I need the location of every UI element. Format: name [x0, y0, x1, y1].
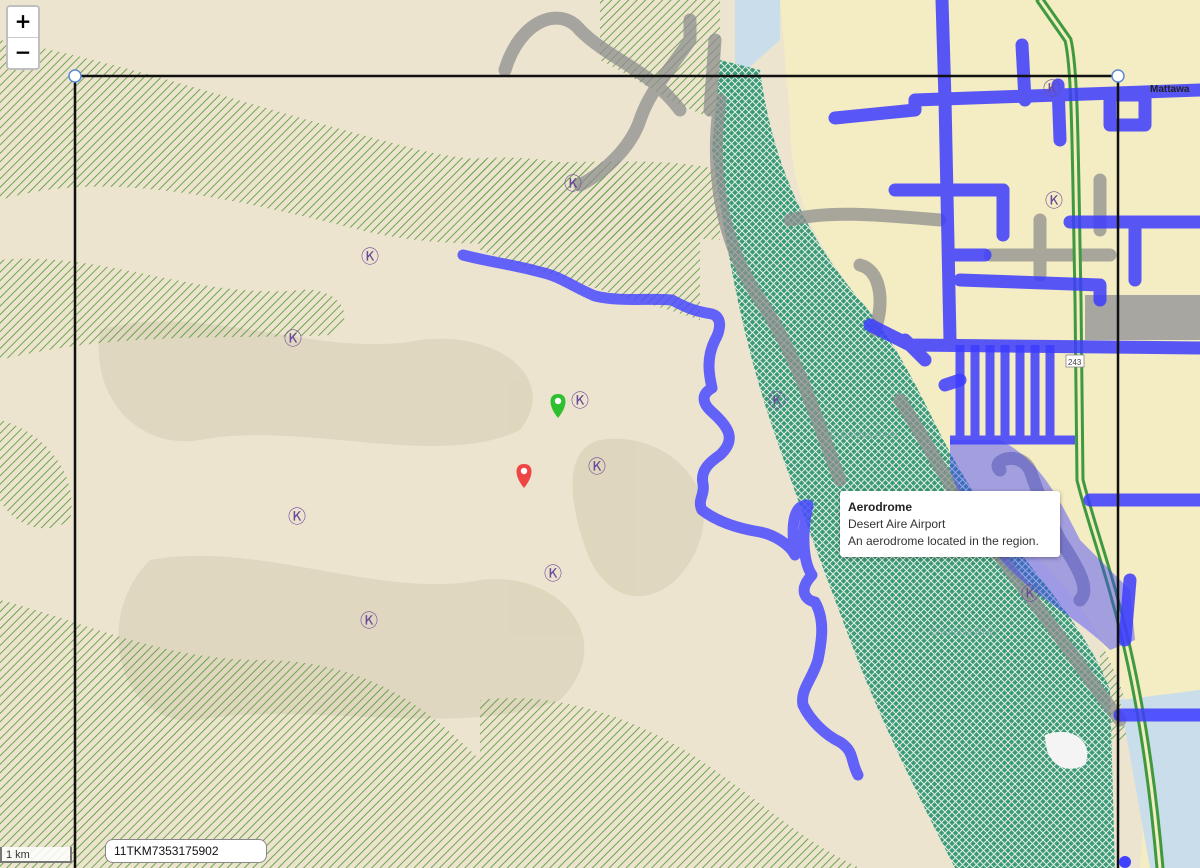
zoom-control: + −	[6, 5, 40, 70]
poi-symbol[interactable]: Ⓚ	[288, 507, 306, 528]
poi-symbol[interactable]: Ⓚ	[361, 247, 379, 268]
poi-symbol[interactable]: Ⓚ	[360, 611, 378, 632]
poi-symbol[interactable]: Ⓚ	[284, 329, 302, 350]
zoom-out-button[interactable]: −	[8, 37, 38, 68]
poi-symbol[interactable]: Ⓚ	[544, 564, 562, 585]
river-label-south: Columbia River	[930, 627, 999, 638]
poi-symbol[interactable]: Ⓚ	[1045, 191, 1063, 212]
poi-symbol[interactable]: Ⓚ	[564, 174, 582, 195]
frame-handle-left[interactable]	[68, 69, 82, 83]
coordinate-readout[interactable]: 11TKM7353175902	[105, 839, 267, 863]
town-label-mattawa: Mattawa	[1150, 84, 1190, 95]
river-label: Columbia River	[830, 430, 899, 441]
route-end-dot	[1119, 856, 1131, 868]
zoom-in-button[interactable]: +	[8, 7, 38, 37]
poi-popup: Aerodrome Desert Aire Airport An aerodro…	[840, 491, 1060, 557]
popup-name: Desert Aire Airport	[848, 517, 946, 531]
frame-handle-right[interactable]	[1111, 69, 1125, 83]
poi-symbol[interactable]: Ⓚ	[588, 457, 606, 478]
poi-symbol[interactable]: Ⓚ	[1043, 79, 1061, 100]
map-canvas[interactable]: Columbia River Columbia River 243 Ⓚ Ⓚ Ⓚ …	[0, 0, 1200, 868]
poi-symbol[interactable]: Ⓚ	[1021, 584, 1039, 605]
popup-title: Aerodrome	[848, 500, 913, 514]
scale-bar: 1 km	[0, 847, 72, 863]
popup-description: An aerodrome located in the region.	[848, 534, 1039, 548]
poi-symbol[interactable]: Ⓚ	[571, 391, 589, 412]
route-shield-label: 243	[1068, 358, 1082, 367]
poi-symbol[interactable]: Ⓚ	[768, 391, 786, 412]
